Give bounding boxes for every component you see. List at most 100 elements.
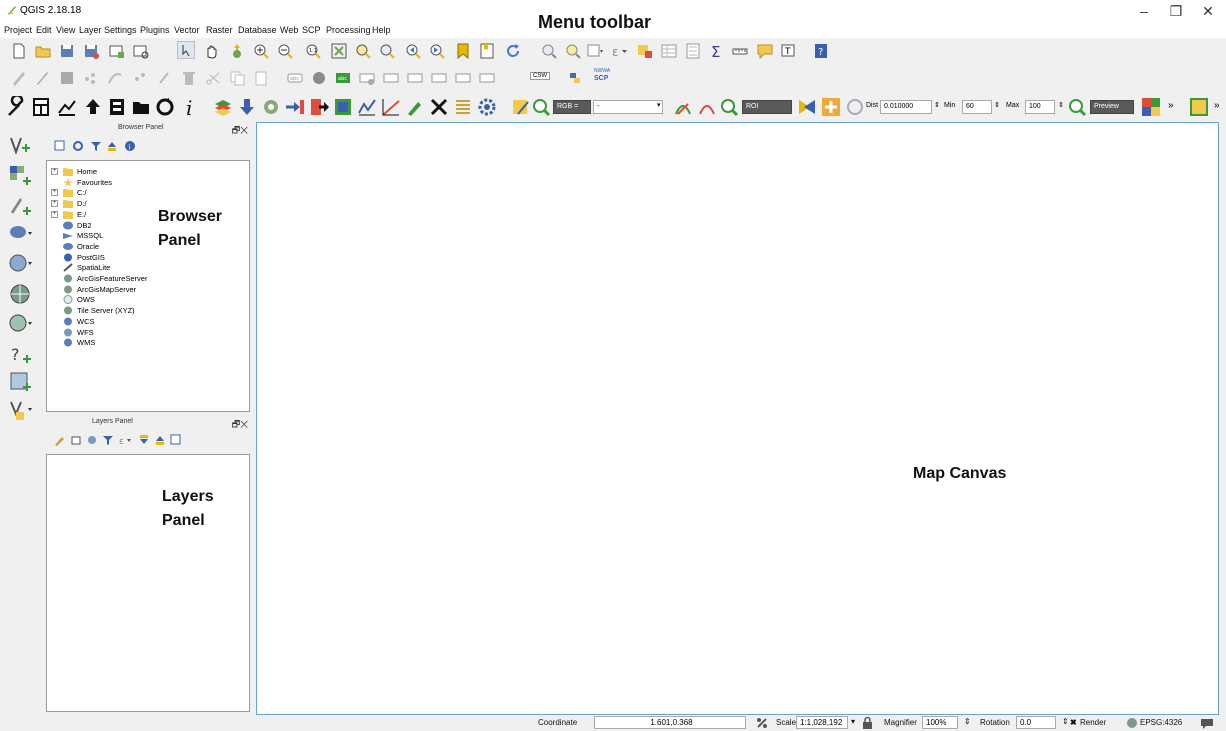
brush-icon[interactable] <box>404 96 426 118</box>
add-vector-layer-icon[interactable] <box>8 134 34 158</box>
dist-spinner-icon[interactable]: ⇕ <box>934 101 940 109</box>
open-layer-styling-icon[interactable] <box>54 434 66 446</box>
zoom-rgb-icon[interactable] <box>530 96 552 118</box>
add-virtual-layer-icon[interactable] <box>8 370 34 394</box>
expand-toggle-icon[interactable]: + <box>51 189 58 197</box>
band-processing-icon[interactable] <box>284 96 306 118</box>
max-spinner-icon[interactable]: ⇕ <box>1058 101 1064 109</box>
expand-all-icon[interactable] <box>138 434 150 446</box>
pan-map-icon[interactable] <box>202 42 220 60</box>
preview-toggle[interactable]: Preview <box>1090 100 1134 114</box>
zoom-to-layer-icon[interactable] <box>378 42 396 60</box>
measure-line-icon[interactable] <box>732 42 750 60</box>
map-canvas[interactable]: Map Canvas <box>256 122 1219 715</box>
identify-features-icon[interactable] <box>540 42 558 60</box>
zoom-out-icon[interactable] <box>276 42 294 60</box>
color-table-icon[interactable] <box>1188 96 1210 118</box>
show-bookmarks-icon[interactable] <box>478 42 496 60</box>
scale-dropdown-icon[interactable]: ▾ <box>851 717 855 726</box>
min-input[interactable]: 60 <box>962 100 992 114</box>
change-label-icon[interactable] <box>454 69 472 87</box>
menu-web[interactable]: Web <box>280 25 298 35</box>
add-wms-layer-icon[interactable] <box>8 282 34 306</box>
scp-dock-button[interactable]: SCP <box>594 75 608 82</box>
menu-edit[interactable]: Edit <box>36 25 52 35</box>
menu-processing[interactable]: Processing <box>326 25 371 35</box>
cut-features-icon[interactable] <box>204 69 222 87</box>
menu-database[interactable]: Database <box>238 25 277 35</box>
touch-zoom-pan-icon[interactable] <box>177 41 195 59</box>
band-calc-icon[interactable] <box>332 96 354 118</box>
collapse-all-icon[interactable] <box>106 140 118 152</box>
attribute-table-icon[interactable] <box>660 42 678 60</box>
scatter-plot-icon[interactable] <box>380 96 402 118</box>
statistical-summary-icon[interactable]: Σ <box>708 42 726 60</box>
upload-icon[interactable] <box>82 96 104 118</box>
manage-map-themes-icon[interactable] <box>86 434 98 446</box>
folder-dark-icon[interactable] <box>130 96 152 118</box>
properties-info-icon[interactable]: i <box>124 140 136 152</box>
add-feature-icon[interactable] <box>82 69 100 87</box>
rotation-input[interactable]: 0.0 <box>1016 716 1056 729</box>
roi-toggle[interactable]: ROI <box>742 100 792 114</box>
scale-combo[interactable]: 1:1,028,192 <box>796 716 848 729</box>
edit-raster-icon[interactable] <box>510 96 532 118</box>
label-properties-icon[interactable] <box>478 69 496 87</box>
text-annotation-icon[interactable]: T <box>780 42 798 60</box>
show-hide-labels-icon[interactable] <box>382 69 400 87</box>
rgb-combo[interactable]: - <box>593 100 663 114</box>
menu-vector[interactable]: Vector <box>174 25 200 35</box>
add-wfs-layer-icon[interactable] <box>8 312 34 336</box>
rotation-spinner-icon[interactable]: ⇕ <box>1062 717 1069 726</box>
refresh-icon[interactable] <box>504 42 522 60</box>
filter-legend-icon[interactable] <box>102 434 114 446</box>
map-tips-icon[interactable] <box>756 42 774 60</box>
spectral-plot-icon[interactable] <box>56 96 78 118</box>
zoom-in-icon[interactable] <box>252 42 270 60</box>
download-icon[interactable] <box>236 96 258 118</box>
new-shapefile-layer-icon[interactable] <box>8 398 34 422</box>
toggle-extents-icon[interactable] <box>756 717 768 729</box>
save-as-icon[interactable] <box>82 42 100 60</box>
highlight-pinned-labels-icon[interactable]: abc <box>334 69 352 87</box>
filter-legend-by-expression-icon[interactable]: ε <box>118 434 132 446</box>
menu-raster[interactable]: Raster <box>206 25 233 35</box>
magnifier-spinner-icon[interactable]: ⇕ <box>964 717 971 726</box>
move-feature-icon[interactable] <box>106 69 124 87</box>
info-icon[interactable]: i <box>180 96 202 118</box>
band-set-icon[interactable] <box>106 96 128 118</box>
zoom-to-selection-icon[interactable] <box>354 42 372 60</box>
roi-multiple-icon[interactable] <box>796 96 818 118</box>
zoom-full-icon[interactable] <box>330 42 348 60</box>
add-group-icon[interactable] <box>70 434 82 446</box>
zoom-last-icon[interactable] <box>404 42 422 60</box>
add-selected-layers-icon[interactable] <box>54 140 66 152</box>
select-by-expression-icon[interactable]: ε <box>610 42 628 60</box>
select-dropdown-icon[interactable] <box>586 42 604 60</box>
toolbar-overflow-button[interactable]: » <box>1168 100 1174 111</box>
menu-scp[interactable]: SCP <box>302 25 321 35</box>
menu-view[interactable]: View <box>56 25 75 35</box>
label-style-icon[interactable] <box>310 69 328 87</box>
zoom-native-icon[interactable]: 1:1 <box>304 42 322 60</box>
paste-features-icon[interactable] <box>252 69 270 87</box>
open-project-icon[interactable] <box>34 42 52 60</box>
add-roi-icon[interactable] <box>820 96 842 118</box>
field-calculator-icon[interactable] <box>684 42 702 60</box>
expand-toggle-icon[interactable]: + <box>51 210 58 218</box>
refresh-browser-icon[interactable] <box>72 140 84 152</box>
layers-panel-float-close[interactable]: 🗗✕ <box>232 417 248 433</box>
toggle-editing-icon[interactable] <box>34 69 52 87</box>
python-icon[interactable] <box>566 69 584 87</box>
add-spatialite-layer-icon[interactable] <box>8 252 34 276</box>
save-project-icon[interactable] <box>58 42 76 60</box>
crs-globe-icon[interactable] <box>1126 717 1138 729</box>
csw-button[interactable]: CSW <box>530 72 550 80</box>
remove-layer-icon[interactable] <box>170 434 182 446</box>
rotate-feature-icon[interactable] <box>156 69 174 87</box>
crs-status[interactable]: EPSG:4326 <box>1140 718 1182 727</box>
label-toolbar-icon[interactable]: abc <box>286 69 304 87</box>
magnifier-input[interactable]: 100% <box>922 716 958 729</box>
wrench-icon[interactable] <box>6 96 28 118</box>
minimize-button[interactable]: – <box>1130 2 1158 20</box>
